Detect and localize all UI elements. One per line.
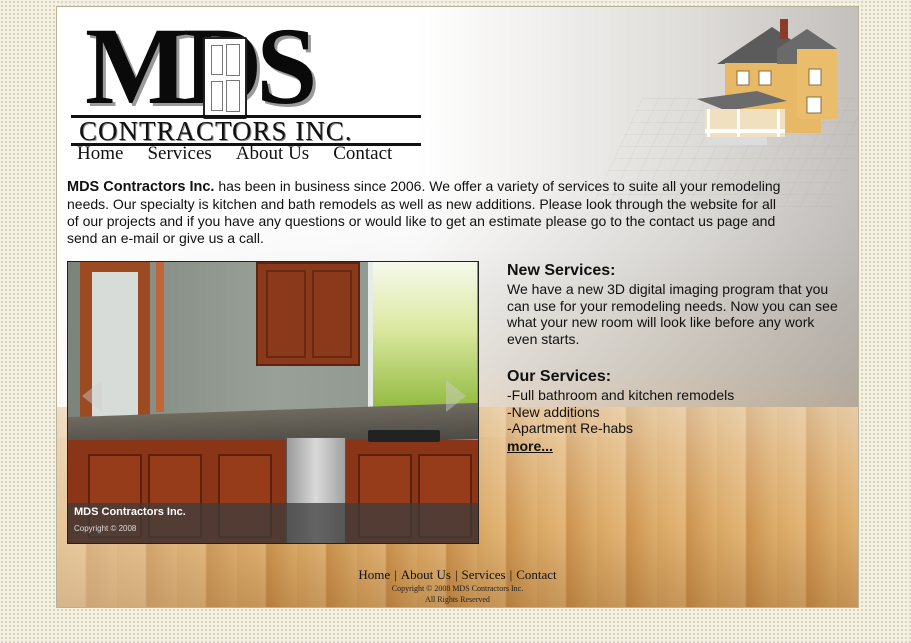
footer-contact[interactable]: Contact: [516, 567, 556, 582]
intro-company: MDS Contractors Inc.: [67, 179, 215, 195]
footer-services[interactable]: Services: [462, 567, 506, 582]
new-services-text: We have a new 3D digital imaging program…: [507, 281, 838, 347]
services-list: -Full bathroom and kitchen remodels -New…: [507, 387, 847, 437]
footer-home[interactable]: Home: [358, 567, 390, 582]
door-icon: [203, 37, 247, 119]
nav-home[interactable]: Home: [77, 143, 123, 165]
sink: [368, 430, 440, 442]
slideshow-caption: MDS Contractors Inc. Copyright © 2008: [68, 503, 478, 543]
footer-about-us[interactable]: About Us: [401, 567, 451, 582]
prev-arrow-icon[interactable]: [82, 380, 102, 412]
our-services-heading: Our Services:: [507, 368, 612, 385]
main-nav: Home Services About Us Contact: [77, 143, 416, 165]
logo-text: MDS: [85, 6, 317, 127]
footer-links: Home | About Us | Services | Contact: [358, 567, 557, 582]
nav-contact[interactable]: Contact: [333, 143, 392, 165]
list-item: -Full bathroom and kitchen remodels: [507, 387, 735, 403]
list-item: -New additions: [507, 403, 600, 420]
nav-services[interactable]: Services: [147, 143, 211, 165]
services-column: New Services: We have a new 3D digital i…: [507, 261, 847, 456]
kitchen-slideshow[interactable]: MDS Contractors Inc. Copyright © 2008: [67, 261, 479, 544]
house-illustration: [697, 19, 837, 145]
nav-about-us[interactable]: About Us: [236, 143, 309, 165]
more-link[interactable]: more...: [507, 438, 553, 454]
next-arrow-icon[interactable]: [446, 380, 466, 412]
caption-title: MDS Contractors Inc.: [74, 506, 186, 518]
footer-copyright: Copyright © 2008 MDS Contractors Inc.: [391, 584, 524, 593]
caption-copyright: Copyright © 2008: [74, 524, 137, 533]
intro-paragraph: MDS Contractors Inc. has been in busines…: [67, 178, 787, 247]
company-logo[interactable]: MDS CONTRACTORS INC.: [71, 11, 426, 146]
list-item: -Apartment Re-habs: [507, 420, 634, 436]
footer-rights: All Rights Reserved: [425, 595, 490, 604]
new-services-heading: New Services:: [507, 262, 616, 279]
page-frame: MDS CONTRACTORS INC. Home Services About…: [56, 6, 859, 608]
footer: Home | About Us | Services | Contact Copyright…: [57, 567, 858, 605]
